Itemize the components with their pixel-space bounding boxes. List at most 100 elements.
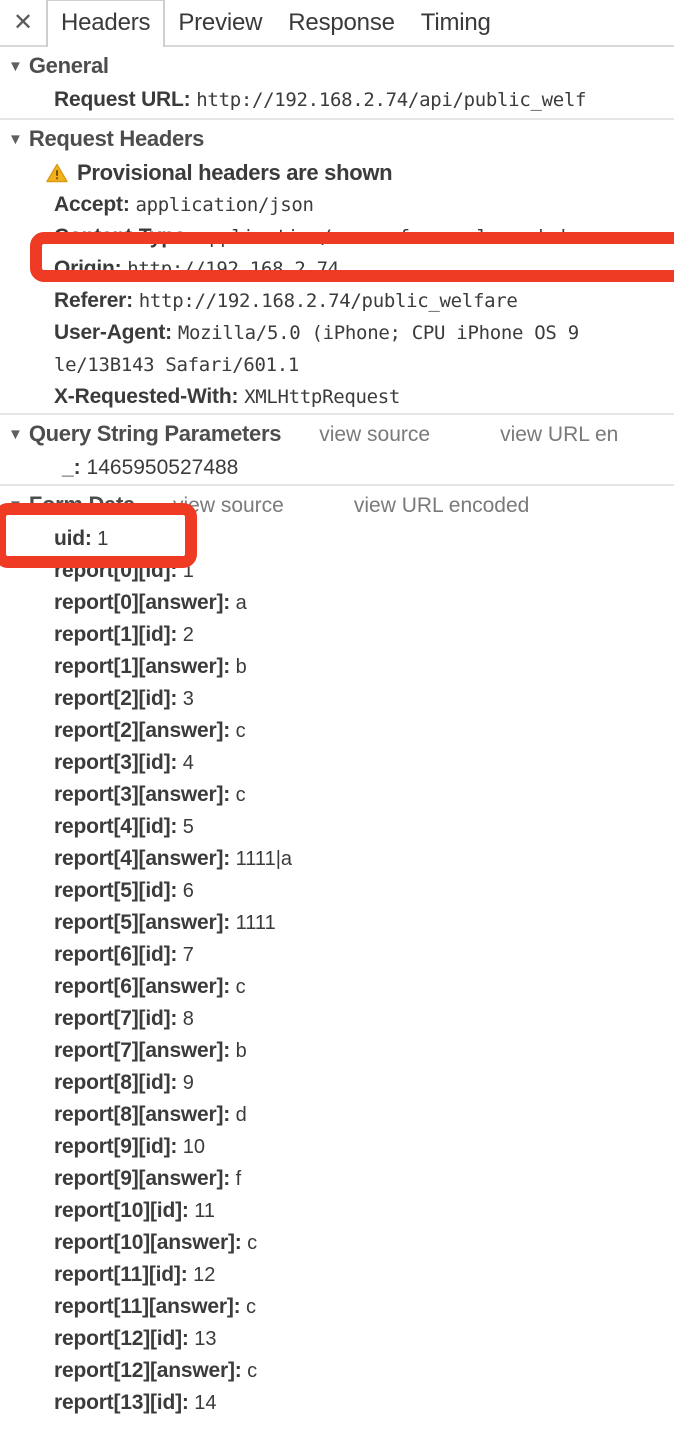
tab-bar: ✕ Headers Preview Response Timing: [0, 0, 674, 47]
form-data-row: report[2][id]: 3: [0, 683, 674, 715]
form-data-key: report[4][id]:: [54, 815, 178, 838]
form-data-key: report[12][answer]:: [54, 1359, 242, 1382]
header-value: http://192.168.2.74/public_welfare: [138, 290, 518, 312]
form-data-key: report[7][id]:: [54, 1007, 178, 1030]
provisional-headers-warning: Provisional headers are shown: [0, 157, 674, 189]
form-data-row: report[9][answer]: f: [0, 1163, 674, 1195]
form-data-row: report[3][id]: 4: [0, 747, 674, 779]
form-data-key: report[0][id]:: [54, 559, 178, 582]
header-value: http://192.168.2.74: [127, 258, 339, 280]
query-param-row: _: 1465950527488: [0, 452, 674, 484]
form-data-key: report[10][id]:: [54, 1199, 189, 1222]
form-data-key: report[1][id]:: [54, 623, 178, 646]
view-url-encoded-link[interactable]: view URL en: [500, 423, 618, 447]
view-source-link[interactable]: view source: [319, 423, 430, 447]
form-data-key: report[6][id]:: [54, 943, 178, 966]
form-data-value: b: [230, 656, 247, 678]
view-url-encoded-link[interactable]: view URL encoded: [354, 494, 530, 518]
query-string-links: view source view URL en: [319, 423, 618, 447]
tab-timing[interactable]: Timing: [408, 0, 504, 45]
form-data-key: report[8][id]:: [54, 1071, 178, 1094]
section-title-general: General: [28, 53, 109, 78]
chevron-down-icon[interactable]: ▼: [8, 427, 23, 442]
form-data-row: report[7][answer]: b: [0, 1035, 674, 1067]
header-row: Accept: application/json: [0, 189, 674, 221]
header-key: Content-Type:: [54, 225, 193, 248]
form-data-key: report[7][answer]:: [54, 1039, 231, 1062]
form-data-row: report[3][answer]: c: [0, 779, 674, 811]
form-data-key: report[11][id]:: [54, 1263, 188, 1286]
view-source-link[interactable]: view source: [173, 494, 284, 518]
close-icon[interactable]: ✕: [0, 0, 46, 45]
tab-response[interactable]: Response: [275, 0, 407, 45]
chevron-down-icon[interactable]: ▼: [8, 498, 23, 513]
form-data-key: report[12][id]:: [54, 1327, 189, 1350]
form-data-row: report[12][answer]: c: [0, 1355, 674, 1387]
form-data-value: d: [230, 1104, 247, 1126]
form-data-value: c: [240, 1296, 256, 1318]
form-data-key: report[6][answer]:: [54, 975, 231, 998]
form-data-key: report[5][answer]:: [54, 911, 231, 934]
header-row: Referer: http://192.168.2.74/public_welf…: [0, 285, 674, 317]
form-data-links: view source view URL encoded: [173, 494, 529, 518]
query-param-value: 1465950527488: [86, 456, 239, 479]
header-value: application/x-www-form-urlencoded: [198, 226, 566, 248]
form-data-row: report[12][id]: 13: [0, 1323, 674, 1355]
form-data-value: 1111: [230, 912, 276, 934]
form-data-value: 7: [177, 944, 194, 966]
header-row: X-Requested-With: XMLHttpRequest: [0, 381, 674, 413]
section-query-string-parameters: ▼ Query String Parameters view source vi…: [0, 413, 674, 484]
form-data-key: report[11][answer]:: [54, 1295, 241, 1318]
header-row: Request URL: http://192.168.2.74/api/pub…: [0, 84, 674, 116]
form-data-value: 13: [188, 1328, 217, 1350]
form-data-key: report[9][id]:: [54, 1135, 178, 1158]
form-data-row-list: uid: 1 report[0][id]: 1 report[0][answer]:…: [0, 523, 674, 1419]
form-data-value: 14: [188, 1392, 217, 1414]
tab-preview[interactable]: Preview: [165, 0, 275, 45]
warning-text: Provisional headers are shown: [77, 160, 393, 185]
section-title-request-headers: Request Headers: [28, 126, 205, 151]
form-data-row: report[13][id]: 14: [0, 1387, 674, 1419]
section-header-request-headers[interactable]: ▼ Request Headers: [0, 118, 674, 157]
tab-headers[interactable]: Headers: [46, 0, 166, 47]
form-data-value: 6: [177, 880, 194, 902]
header-row: User-Agent: Mozilla/5.0 (iPhone; CPU iPh…: [0, 317, 674, 349]
devtools-network-detail-panel: ✕ Headers Preview Response Timing ▼ Gene…: [0, 0, 674, 1442]
form-data-row: report[6][id]: 7: [0, 939, 674, 971]
form-data-row: report[4][answer]: 1111|a: [0, 843, 674, 875]
chevron-down-icon[interactable]: ▼: [8, 132, 23, 147]
header-key: Accept:: [54, 193, 130, 216]
header-value: application/json: [135, 194, 314, 216]
query-param-key: _:: [62, 456, 81, 479]
form-data-row: report[2][answer]: c: [0, 715, 674, 747]
form-data-row: report[10][answer]: c: [0, 1227, 674, 1259]
header-value: Mozilla/5.0 (iPhone; CPU iPhone OS 9: [177, 322, 579, 344]
form-data-row: report[11][id]: 12: [0, 1259, 674, 1291]
form-data-key: report[13][id]:: [54, 1391, 189, 1414]
form-data-row: report[8][answer]: d: [0, 1099, 674, 1131]
form-data-key: report[4][answer]:: [54, 847, 231, 870]
form-data-row: report[0][answer]: a: [0, 587, 674, 619]
chevron-down-icon[interactable]: ▼: [8, 59, 23, 74]
form-data-value: 1111|a: [230, 848, 293, 870]
form-data-value: 12: [187, 1264, 216, 1286]
form-data-value: f: [230, 1168, 242, 1190]
warning-triangle-icon: [46, 163, 68, 183]
form-data-row: report[5][answer]: 1111: [0, 907, 674, 939]
form-data-value: c: [241, 1232, 258, 1254]
form-data-value: 1: [177, 560, 194, 582]
header-value: http://192.168.2.74/api/public_welf: [196, 89, 587, 111]
form-data-value: c: [230, 720, 246, 742]
section-title-form-data: Form Data: [28, 492, 135, 517]
form-data-key: report[2][answer]:: [54, 719, 231, 742]
form-data-row: report[0][id]: 1: [0, 555, 674, 587]
form-data-value: 1: [91, 528, 109, 550]
form-data-row: report[10][id]: 11: [0, 1195, 674, 1227]
form-data-key: report[2][id]:: [54, 687, 178, 710]
section-header-query-string-parameters[interactable]: ▼ Query String Parameters view source vi…: [0, 413, 674, 452]
form-data-row: report[5][id]: 6: [0, 875, 674, 907]
section-header-form-data[interactable]: ▼ Form Data view source view URL encoded: [0, 484, 674, 523]
form-data-row: report[9][id]: 10: [0, 1131, 674, 1163]
form-data-key: report[8][answer]:: [54, 1103, 231, 1126]
section-header-general[interactable]: ▼ General: [0, 47, 674, 84]
